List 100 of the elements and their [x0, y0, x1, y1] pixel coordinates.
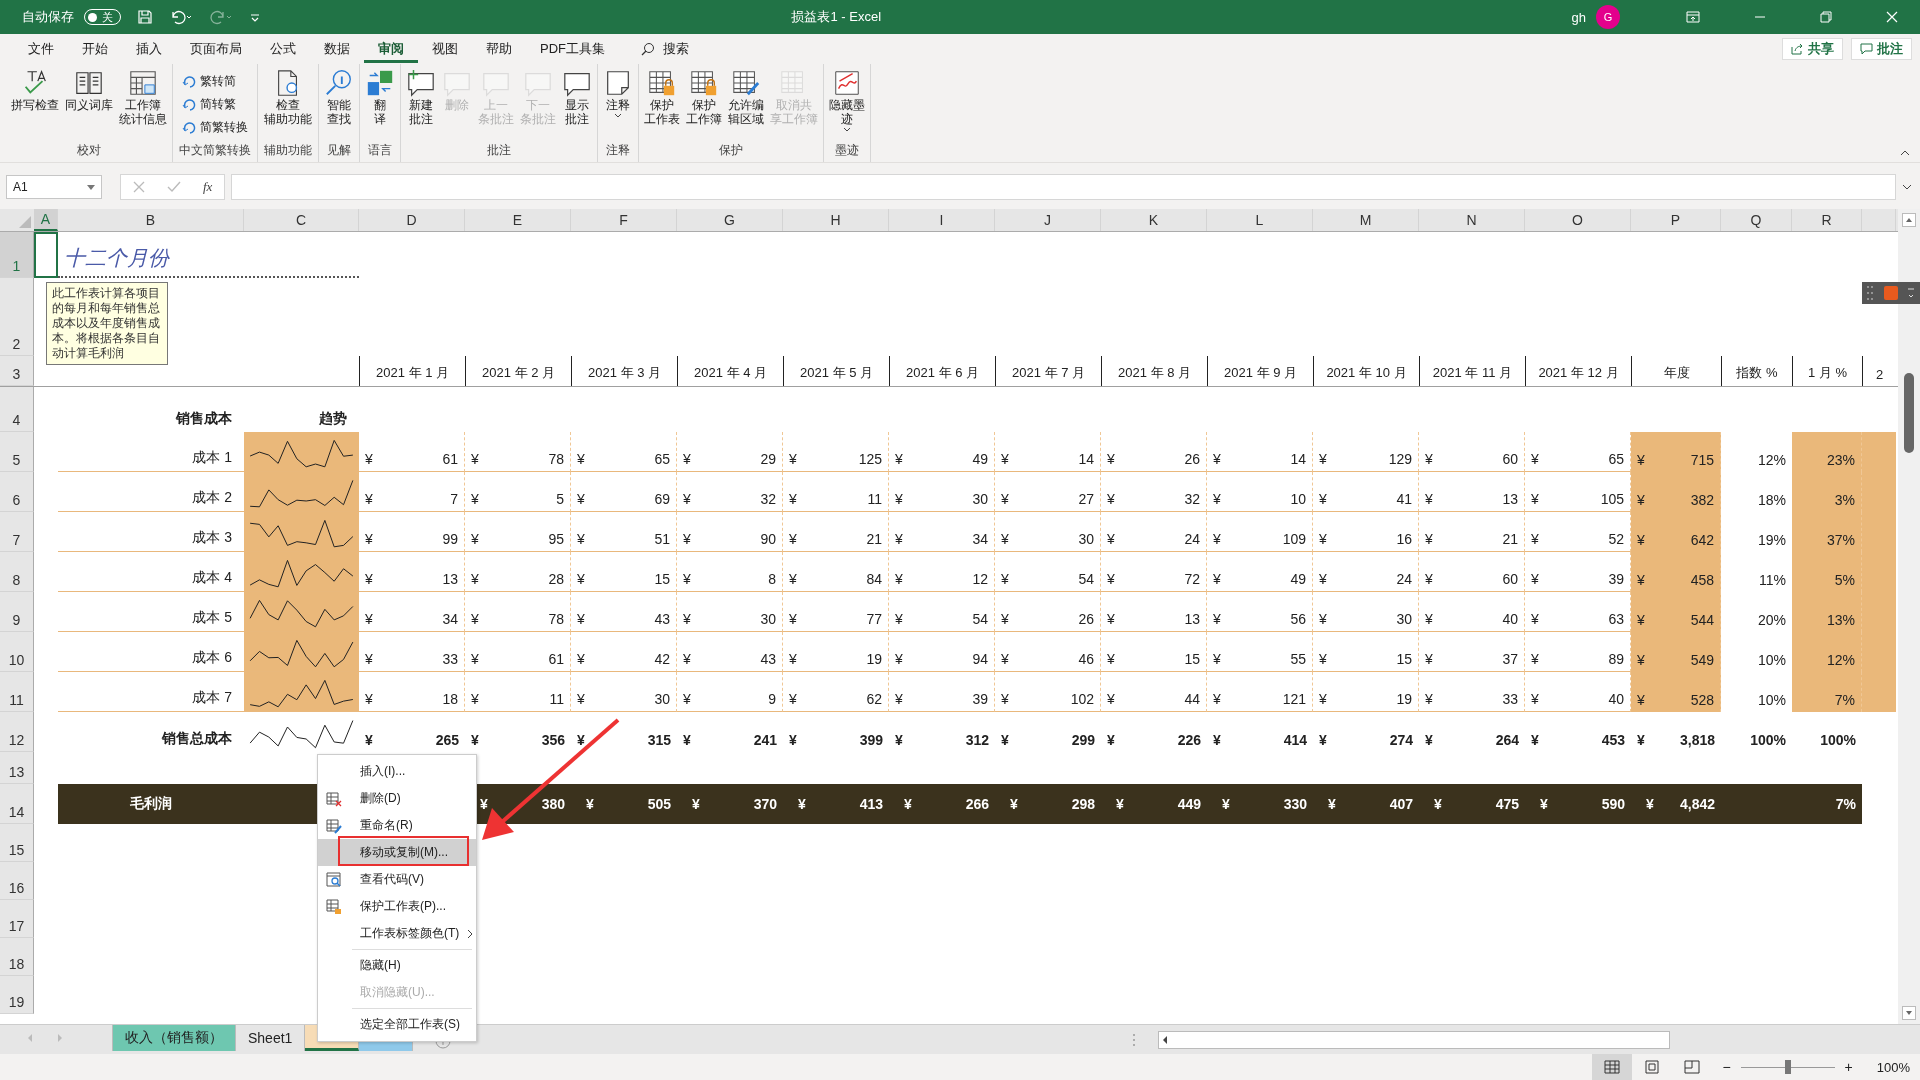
input-method-toolbar[interactable]	[1862, 282, 1920, 304]
column-header[interactable]: G	[677, 209, 783, 231]
row-header[interactable]: 5	[0, 432, 34, 472]
restore-icon[interactable]	[1820, 11, 1832, 23]
row-header[interactable]: 1	[0, 232, 34, 278]
column-header[interactable]: R	[1792, 209, 1862, 231]
column-header[interactable]: B	[58, 209, 244, 231]
ribbon-button[interactable]: 允许编 辑区域	[725, 66, 767, 128]
column-header[interactable]: P	[1631, 209, 1721, 231]
row-header[interactable]: 15	[0, 824, 34, 862]
ribbon-button[interactable]: 工作簿 统计信息	[116, 66, 170, 128]
scrollbar-thumb[interactable]	[1904, 373, 1914, 453]
expand-icon[interactable]	[1902, 184, 1912, 190]
row-header[interactable]: 16	[0, 862, 34, 900]
zoom-level[interactable]: 100%	[1876, 1059, 1910, 1075]
column-header[interactable]: H	[783, 209, 889, 231]
row-header[interactable]: 7	[0, 512, 34, 552]
sheet-tab[interactable]: 收入（销售额）	[113, 1025, 236, 1051]
column-header[interactable]: A	[34, 209, 58, 231]
ribbon-tab[interactable]: 数据	[310, 35, 364, 63]
search-label[interactable]: 搜索	[663, 40, 689, 58]
column-header[interactable]: F	[571, 209, 677, 231]
column-header[interactable]: Q	[1721, 209, 1792, 231]
menu-item[interactable]: 移动或复制(M)...	[318, 839, 476, 866]
ribbon-button[interactable]: 新建 批注	[403, 66, 439, 128]
ribbon-button[interactable]: 同义词库	[62, 66, 116, 114]
row-header[interactable]: 12	[0, 712, 34, 752]
close-icon[interactable]	[1886, 11, 1898, 23]
row-header[interactable]: 2	[0, 278, 34, 356]
column-header[interactable]: L	[1207, 209, 1313, 231]
ribbon-button[interactable]: 翻 译	[362, 66, 398, 128]
ribbon-button[interactable]: 繁转简	[178, 70, 240, 92]
ribbon-tab[interactable]: 页面布局	[176, 35, 256, 63]
row-header[interactable]: 19	[0, 976, 34, 1014]
ribbon-tab[interactable]: 帮助	[472, 35, 526, 63]
scroll-down-icon[interactable]	[1902, 1006, 1916, 1020]
share-button[interactable]: 共享	[1782, 38, 1843, 60]
ribbon-button[interactable]: 简转繁	[178, 93, 240, 115]
search-icon[interactable]	[641, 42, 655, 56]
ribbon-button[interactable]: 保护 工作表	[641, 66, 683, 128]
name-box[interactable]: A1	[6, 175, 102, 199]
column-header[interactable]: C	[244, 209, 359, 231]
ribbon-tab[interactable]: 开始	[68, 35, 122, 63]
row-header[interactable]: 10	[0, 632, 34, 672]
ribbon-button[interactable]: 检查 辅助功能	[261, 66, 315, 128]
row-header[interactable]: 6	[0, 472, 34, 512]
row-header[interactable]: 18	[0, 938, 34, 976]
menu-item[interactable]: 查看代码(V)	[318, 866, 476, 893]
ribbon-button[interactable]: 拼写检查	[8, 66, 62, 114]
row-header[interactable]: 13	[0, 752, 34, 784]
column-header[interactable]: N	[1419, 209, 1525, 231]
zoom-out-button[interactable]: −	[1722, 1059, 1731, 1075]
ribbon-button[interactable]: 智能 查找	[321, 66, 357, 128]
row-header[interactable]: 14	[0, 784, 34, 824]
selected-cell[interactable]	[34, 232, 58, 278]
column-header[interactable]: K	[1101, 209, 1207, 231]
column-header[interactable]: E	[465, 209, 571, 231]
menu-item[interactable]: 选定全部工作表(S)	[318, 1011, 476, 1038]
ribbon-tab[interactable]: 文件	[14, 35, 68, 63]
menu-item[interactable]: 保护工作表(P)...	[318, 893, 476, 920]
horizontal-scrollbar[interactable]	[1158, 1031, 1670, 1049]
ribbon-tab[interactable]: 公式	[256, 35, 310, 63]
zoom-in-button[interactable]: +	[1844, 1059, 1853, 1075]
column-header[interactable]: M	[1313, 209, 1419, 231]
redo-icon[interactable]	[209, 9, 233, 25]
column-header[interactable]: I	[889, 209, 995, 231]
ribbon-button[interactable]: 保护 工作簿	[683, 66, 725, 128]
table-cell: ¥ 32	[677, 472, 783, 512]
ribbon-tab[interactable]: 插入	[122, 35, 176, 63]
ribbon-button[interactable]: 显示 批注	[559, 66, 595, 128]
table-cell: ¥ 18	[359, 672, 465, 712]
ribbon-button[interactable]: 隐藏墨 迹	[826, 66, 868, 134]
row-header[interactable]: 8	[0, 552, 34, 592]
column-header[interactable]: O	[1525, 209, 1631, 231]
column-header[interactable]: D	[359, 209, 465, 231]
menu-item[interactable]: 隐藏(H)	[318, 952, 476, 979]
save-icon[interactable]	[137, 9, 153, 25]
row-header[interactable]: 9	[0, 592, 34, 632]
ribbon-button[interactable]: 注释	[600, 66, 636, 120]
ribbon-button[interactable]: 简繁转换	[178, 116, 252, 138]
user-avatar[interactable]: G	[1596, 5, 1620, 29]
row-header[interactable]: 17	[0, 900, 34, 938]
collapse-ribbon-icon[interactable]	[1900, 150, 1910, 156]
row-header[interactable]: 4	[0, 387, 34, 432]
ribbon-tab[interactable]: 审阅	[364, 35, 418, 63]
zoom-slider-thumb[interactable]	[1784, 1060, 1791, 1074]
insert-function-button[interactable]: fx	[203, 179, 213, 195]
menu-item[interactable]: 工作表标签颜色(T)	[318, 920, 476, 947]
menu-item[interactable]: 插入(I)...	[318, 758, 476, 785]
normal-view-button[interactable]	[1592, 1054, 1633, 1080]
undo-icon[interactable]	[169, 9, 193, 25]
comments-button[interactable]: 批注	[1851, 38, 1912, 60]
ribbon-display-icon[interactable]	[1686, 11, 1700, 23]
scroll-up-icon[interactable]	[1902, 213, 1916, 227]
row-header[interactable]: 3	[0, 356, 34, 386]
row-header[interactable]: 11	[0, 672, 34, 712]
formula-input[interactable]	[231, 174, 1896, 200]
ribbon-tab[interactable]: 视图	[418, 35, 472, 63]
column-header[interactable]: J	[995, 209, 1101, 231]
ribbon-tab[interactable]: PDF工具集	[526, 35, 619, 63]
